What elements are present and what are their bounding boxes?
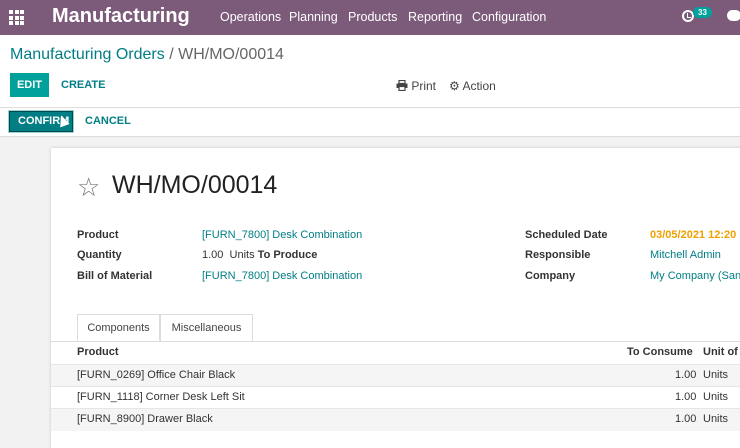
responsible-value[interactable]: Mitchell Admin bbox=[650, 249, 721, 261]
row-product: [FURN_8900] Drawer Black bbox=[77, 413, 213, 425]
table-row[interactable]: [FURN_8900] Drawer Black 1.00 Units bbox=[51, 408, 740, 431]
column-header-product[interactable]: Product bbox=[77, 346, 119, 358]
row-qty: 1.00 bbox=[675, 413, 697, 425]
breadcrumb-current: WH/MO/00014 bbox=[178, 46, 284, 63]
row-qty: 1.00 bbox=[675, 391, 697, 403]
action-label: Action bbox=[462, 79, 496, 93]
bom-value[interactable]: [FURN_7800] Desk Combination bbox=[202, 270, 362, 282]
tab-divider bbox=[51, 341, 740, 342]
record-title: WH/MO/00014 bbox=[112, 171, 278, 199]
quantity-unit: Units bbox=[229, 249, 255, 261]
menu-operations[interactable]: Operations bbox=[220, 10, 281, 24]
chat-icon[interactable] bbox=[727, 10, 740, 21]
app-brand[interactable]: Manufacturing bbox=[52, 5, 190, 28]
quantity-suffix: To Produce bbox=[257, 249, 318, 261]
breadcrumb: Manufacturing Orders / WH/MO/00014 bbox=[10, 46, 284, 64]
row-unit: Units bbox=[703, 413, 729, 425]
table-row[interactable]: [FURN_0269] Office Chair Black 1.00 Unit… bbox=[51, 364, 740, 387]
company-value[interactable]: My Company (San bbox=[650, 270, 740, 282]
responsible-label: Responsible bbox=[525, 249, 591, 261]
table-row[interactable]: [FURN_1118] Corner Desk Left Sit 1.00 Un… bbox=[51, 386, 740, 409]
bom-label: Bill of Material bbox=[77, 270, 153, 282]
star-icon[interactable]: ☆ bbox=[77, 172, 100, 203]
column-header-to-consume[interactable]: To Consume bbox=[627, 346, 693, 358]
scheduled-date-value: 03/05/2021 12:20 bbox=[650, 229, 737, 241]
breadcrumb-separator: / bbox=[169, 46, 174, 63]
gear-icon: ⚙ bbox=[449, 79, 460, 93]
menu-planning[interactable]: Planning bbox=[289, 10, 338, 24]
apps-grid-icon[interactable] bbox=[9, 10, 24, 25]
scheduled-date-label: Scheduled Date bbox=[525, 229, 608, 241]
product-value[interactable]: [FURN_7800] Desk Combination bbox=[202, 229, 362, 241]
quantity-value: 1.00 bbox=[202, 249, 224, 261]
tab-miscellaneous[interactable]: Miscellaneous bbox=[160, 314, 253, 341]
activity-count-badge: 33 bbox=[693, 7, 712, 18]
quantity-field: 1.00 Units To Produce bbox=[202, 249, 317, 261]
company-label: Company bbox=[525, 270, 576, 282]
quantity-label: Quantity bbox=[77, 249, 122, 261]
top-navbar: Manufacturing Operations Planning Produc… bbox=[0, 0, 740, 35]
row-product: [FURN_0269] Office Chair Black bbox=[77, 369, 236, 381]
product-label: Product bbox=[77, 229, 119, 241]
control-panel: Manufacturing Orders / WH/MO/00014 EDIT … bbox=[0, 35, 740, 108]
breadcrumb-parent[interactable]: Manufacturing Orders bbox=[10, 46, 165, 63]
print-label: Print bbox=[411, 79, 437, 93]
row-product: [FURN_1118] Corner Desk Left Sit bbox=[77, 391, 245, 403]
action-button[interactable]: ⚙ Action bbox=[449, 79, 496, 93]
print-button[interactable]: Print bbox=[396, 79, 436, 93]
menu-products[interactable]: Products bbox=[348, 10, 397, 24]
create-button[interactable]: CREATE bbox=[61, 79, 105, 91]
menu-configuration[interactable]: Configuration bbox=[472, 10, 546, 24]
cancel-button[interactable]: CANCEL bbox=[85, 115, 131, 127]
row-unit: Units bbox=[703, 391, 729, 403]
status-bar: CONFIRM CANCEL bbox=[0, 108, 740, 137]
edit-button[interactable]: EDIT bbox=[10, 73, 49, 97]
row-qty: 1.00 bbox=[675, 369, 697, 381]
row-unit: Units bbox=[703, 369, 729, 381]
column-header-unit[interactable]: Unit of M bbox=[703, 346, 740, 358]
tab-components[interactable]: Components bbox=[77, 314, 160, 341]
menu-reporting[interactable]: Reporting bbox=[408, 10, 462, 24]
print-icon bbox=[396, 79, 408, 92]
